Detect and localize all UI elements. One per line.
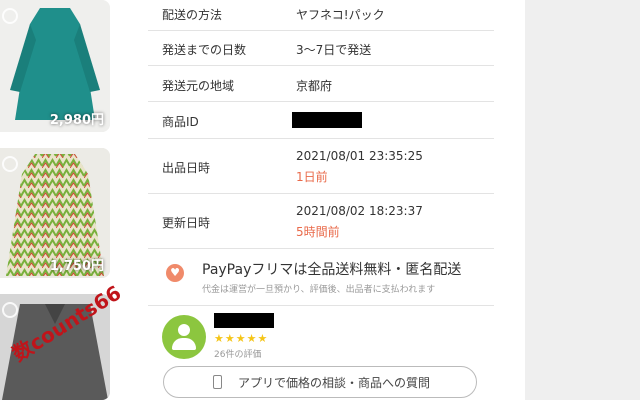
- listing-price: 2,980円: [49, 113, 104, 128]
- row-listed-at: 出品日時 2021/08/01 23:35:25 1日前: [148, 139, 494, 194]
- shipping-promo: ♥ PayPayフリマは全品送料無料・匿名配送 代金は運営が一旦預かり、評価後、…: [162, 254, 494, 306]
- user-silhouette-icon: [178, 324, 190, 336]
- shipping-method-label: 配送の方法: [162, 8, 223, 22]
- seller-card[interactable]: ★★★★★ 26件の評価: [162, 312, 492, 362]
- related-listings-column: 2,980円 1,750円 数counts66: [0, 0, 125, 400]
- avatar[interactable]: [162, 315, 206, 359]
- rating-count[interactable]: 26件の評価: [214, 347, 261, 360]
- heart-icon[interactable]: [2, 8, 18, 24]
- seller-name-redacted: [214, 313, 274, 328]
- item-id-label: 商品ID: [162, 115, 199, 129]
- listed-at-label: 出品日時: [162, 161, 211, 175]
- listing-thumb-1[interactable]: 2,980円: [0, 0, 110, 132]
- ask-in-app-label: アプリで価格の相談・商品への質問: [238, 376, 431, 390]
- ship-from-value: 京都府: [296, 79, 333, 93]
- row-days-to-ship: 発送までの日数 3〜7日で発送: [148, 31, 494, 66]
- heart-badge-icon: ♥: [166, 264, 184, 282]
- row-ship-from: 発送元の地域 京都府: [148, 66, 494, 102]
- listed-at-relative: 1日前: [296, 170, 328, 184]
- shipping-method-value: ヤフネコ!パック: [296, 8, 385, 22]
- watermark-stamp: 数counts66: [10, 281, 125, 367]
- row-updated-at: 更新日時 2021/08/02 18:23:37 5時間前: [148, 194, 494, 249]
- promo-description: 代金は運営が一旦預かり、評価後、出品者に支払われます: [202, 285, 436, 295]
- heart-icon[interactable]: [2, 156, 18, 172]
- divider: [148, 305, 494, 306]
- promo-title: PayPayフリマは全品送料無料・匿名配送: [202, 262, 462, 278]
- right-side-panel: [525, 0, 640, 400]
- ship-from-label: 発送元の地域: [162, 79, 235, 93]
- user-silhouette-body: [172, 338, 196, 350]
- days-to-ship-label: 発送までの日数: [162, 43, 247, 57]
- updated-at-label: 更新日時: [162, 216, 211, 230]
- updated-at-relative: 5時間前: [296, 225, 340, 239]
- rating-stars: ★★★★★: [214, 332, 269, 345]
- ask-in-app-button[interactable]: アプリで価格の相談・商品への質問: [163, 366, 477, 398]
- listing-thumb-2[interactable]: 1,750円: [0, 148, 110, 278]
- item-id-redacted: [292, 112, 362, 128]
- svg-text:数counts66: 数counts66: [10, 281, 125, 367]
- listed-at-value: 2021/08/01 23:35:25: [296, 149, 423, 163]
- days-to-ship-value: 3〜7日で発送: [296, 43, 372, 57]
- smartphone-icon: [213, 375, 222, 389]
- row-item-id: 商品ID: [148, 102, 494, 139]
- updated-at-value: 2021/08/02 18:23:37: [296, 204, 423, 218]
- row-shipping-method: 配送の方法 ヤフネコ!パック: [148, 0, 494, 31]
